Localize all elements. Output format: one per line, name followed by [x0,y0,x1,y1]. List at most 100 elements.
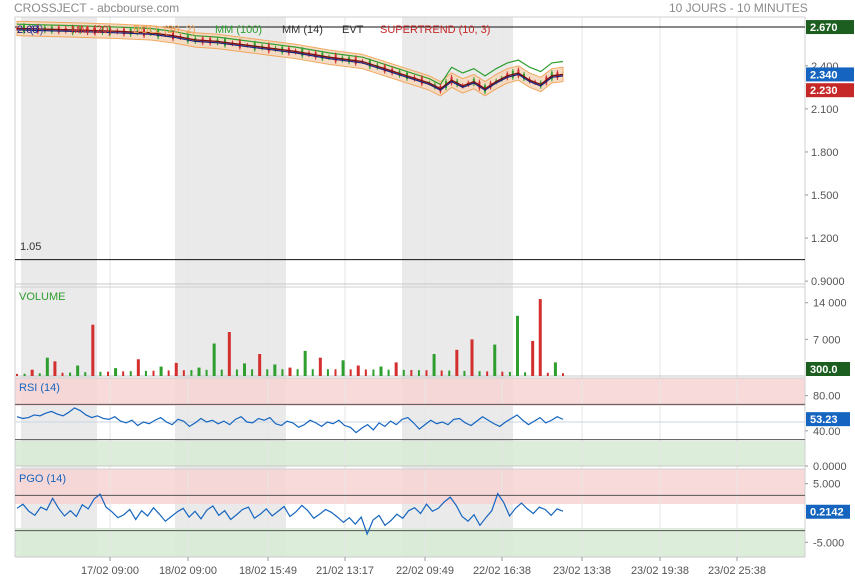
volume-bar [76,365,80,376]
volume-bar [84,372,87,376]
pgo-overbought-zone [15,469,805,504]
volume-bar [341,360,345,376]
volume-bar [212,343,216,376]
indicator-legend[interactable]: 2.68(7) MM (20) BOLL (20, 2) MM (100) MM (14… [17,24,490,36]
volume-bar [470,339,474,376]
volume-bar [205,369,208,376]
volume-bar [379,366,383,376]
indicator-label[interactable]: BOLL (20, 2) [133,24,196,36]
x-axis-label: 22/02 09:49 [396,565,454,577]
volume-bar [107,371,109,376]
volume-bar [387,369,390,376]
volume-bar [486,371,489,376]
volume-bar [258,354,262,376]
price-badge-value: 2.340 [810,69,838,81]
volume-bar [243,363,246,376]
volume-bar [432,354,436,376]
volume-bar [281,369,284,376]
volume-axis-label: 14 000 [813,298,847,310]
price-axis-label: 0.9000 [811,276,845,288]
rsi-axis-label: 80.00 [813,391,841,403]
indicator-label[interactable]: MM (14) [282,24,323,36]
rsi-axis-label: 0.0000 [813,461,847,473]
volume-bar [152,370,155,376]
volume-bar [349,369,352,376]
volume-bar [266,369,269,376]
volume-bar [129,371,132,376]
volume-bar [182,370,185,376]
price-axis-label: 1.500 [811,190,839,202]
volume-bar [197,367,201,376]
volume-bar [288,367,292,376]
x-axis-label: 21/02 13:17 [316,565,374,577]
volume-bar [53,361,57,376]
volume-bar [326,369,329,376]
volume-bar [417,370,420,376]
x-axis-label: 23/02 19:38 [631,565,689,577]
pgo-badge-value: 0.2142 [810,507,844,519]
volume-bar [273,364,277,376]
pgo-axis-label: -5.000 [813,537,844,549]
stock-chart: 2.4002.1001.8001.5001.2000.90002.6702.34… [14,16,854,577]
volume-bar [235,369,238,376]
volume-bar [410,369,413,376]
volume-bar [16,373,18,376]
volume-bar [23,373,26,376]
volume-bar [45,357,49,376]
volume-panel-title: VOLUME [19,291,65,303]
volume-bar [38,373,41,376]
volume-bar [136,359,140,376]
pgo-oversold-zone [15,528,805,557]
volume-bar [372,369,375,376]
volume-bar [91,324,95,376]
volume-bar [334,369,337,376]
volume-bar [463,370,466,376]
volume-bar [30,369,34,376]
pgo-panel-title: PGO (14) [19,473,66,485]
pgo-axis-label: 5.000 [813,479,841,491]
indicator-label[interactable]: (7) [30,24,43,36]
volume-bar [69,372,72,376]
volume-bar [159,366,163,376]
price-axis-label: 1.200 [811,233,839,245]
x-axis-label: 23/02 13:38 [553,565,611,577]
volume-bar [227,332,231,376]
price-axis-label: 2.100 [811,104,839,116]
indicator-label[interactable]: SUPERTREND (10, 3) [380,24,490,36]
x-axis-label: 22/02 16:38 [473,565,531,577]
rsi-overbought-zone [15,378,805,406]
rsi-badge-value: 53.23 [810,414,838,426]
volume-bar [167,370,170,376]
volume-bar [318,357,322,376]
indicator-label[interactable]: EVT [342,24,364,36]
volume-bar [402,369,405,376]
x-axis-label: 17/02 09:00 [81,565,139,577]
x-axis-label: 18/02 09:00 [159,565,217,577]
rsi-axis-label: 40.00 [813,426,841,438]
volume-bar [122,371,125,376]
indicator-label[interactable]: MM (20) [71,24,112,36]
price-badge-value: 2.670 [810,22,838,34]
volume-bar [190,370,193,376]
volume-bar [251,369,254,376]
volume-axis-label: 7 000 [813,334,841,346]
volume-bar [538,299,542,376]
volume-bar [296,369,299,376]
volume-bar [493,344,497,376]
volume-bar [114,368,118,376]
volume-bar [516,315,519,376]
volume-bar [562,373,564,376]
volume-bar [546,372,549,376]
volume-bar [478,371,481,376]
rsi-oversold-zone [15,441,805,466]
volume-bar [364,369,367,376]
volume-bar [501,371,504,376]
volume-bar [356,365,360,376]
volume-bar [455,349,459,376]
volume-bar [531,340,535,376]
volume-bar [61,372,64,376]
indicator-label[interactable]: MM (100) [215,24,262,36]
volume-bar [508,371,511,376]
volume-bar [524,372,527,376]
rsi-panel-title: RSI (14) [19,382,60,394]
